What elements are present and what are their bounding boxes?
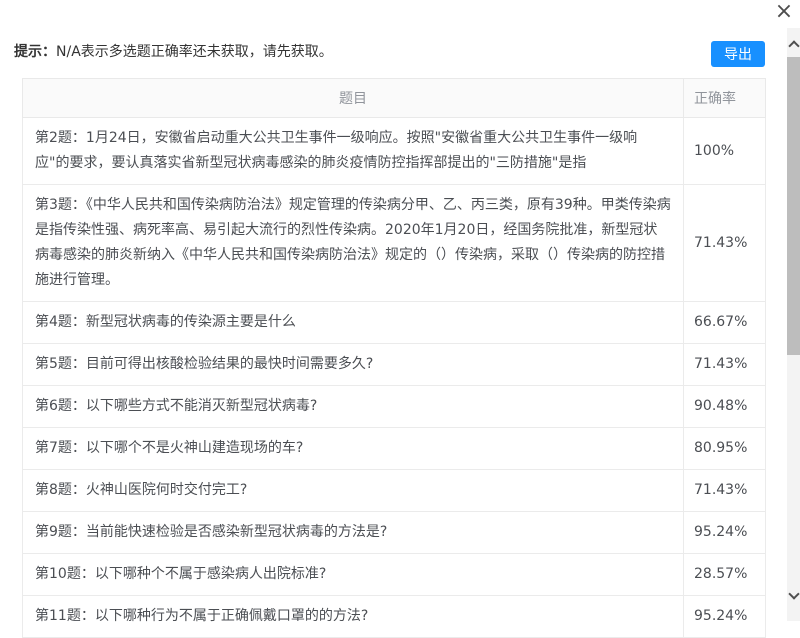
scroll-down-button[interactable]: [787, 587, 800, 603]
table-row: 第6题：以下哪些方式不能消灭新型冠状病毒?90.48%: [23, 386, 766, 428]
question-cell: 第3题：《中华人民共和国传染病防治法》规定管理的传染病分甲、乙、丙三类，原有39…: [23, 185, 684, 302]
table-row: 第2题：1月24日，安徽省启动重大公共卫生事件一级响应。按照"安徽省重大公共卫生…: [23, 118, 766, 185]
hint-text: N/A表示多选题正确率还未获取，请先获取。: [56, 44, 333, 60]
vertical-scrollbar[interactable]: [787, 28, 800, 621]
question-table-body: 第2题：1月24日，安徽省启动重大公共卫生事件一级响应。按照"安徽省重大公共卫生…: [23, 118, 766, 638]
dialog-panel: { "dialog": { "hint": { "label": "提示：", …: [0, 0, 800, 621]
hint-message: 提示：N/A表示多选题正确率还未获取，请先获取。: [14, 40, 333, 65]
rate-cell: 66.67%: [684, 302, 766, 344]
question-cell: 第9题：当前能快速检验是否感染新型冠状病毒的方法是?: [23, 512, 684, 554]
question-cell: 第4题：新型冠状病毒的传染源主要是什么: [23, 302, 684, 344]
rate-cell: 71.43%: [684, 185, 766, 302]
table-row: 第5题：目前可得出核酸检验结果的最快时间需要多久?71.43%: [23, 344, 766, 386]
rate-cell: 90.48%: [684, 386, 766, 428]
question-table: 题目 正确率 第2题：1月24日，安徽省启动重大公共卫生事件一级响应。按照"安徽…: [22, 78, 765, 638]
question-cell: 第11题：以下哪种行为不属于正确佩戴口罩的的方法?: [23, 596, 684, 638]
close-button[interactable]: ×: [773, 0, 795, 24]
chevron-up-icon: [788, 40, 799, 51]
rate-column-header: 正确率: [684, 79, 766, 118]
table-row: 第9题：当前能快速检验是否感染新型冠状病毒的方法是?95.24%: [23, 512, 766, 554]
close-icon: ×: [775, 0, 793, 24]
table-row: 第3题：《中华人民共和国传染病防治法》规定管理的传染病分甲、乙、丙三类，原有39…: [23, 185, 766, 302]
table-row: 第7题：以下哪个不是火神山建造现场的车?80.95%: [23, 428, 766, 470]
rate-cell: 95.24%: [684, 512, 766, 554]
table-row: 第10题：以下哪种个不属于感染病人出院标准?28.57%: [23, 554, 766, 596]
table-row: 第8题：火神山医院何时交付完工?71.43%: [23, 470, 766, 512]
rate-cell: 71.43%: [684, 470, 766, 512]
scroll-up-button[interactable]: [787, 36, 800, 52]
scrollbar-thumb[interactable]: [787, 57, 800, 355]
question-column-header: 题目: [23, 79, 684, 118]
rate-cell: 95.24%: [684, 596, 766, 638]
table-row: 第11题：以下哪种行为不属于正确佩戴口罩的的方法?95.24%: [23, 596, 766, 638]
table-row: 第4题：新型冠状病毒的传染源主要是什么66.67%: [23, 302, 766, 344]
rate-cell: 80.95%: [684, 428, 766, 470]
table-header: 题目 正确率: [23, 79, 766, 118]
rate-cell: 28.57%: [684, 554, 766, 596]
question-cell: 第5题：目前可得出核酸检验结果的最快时间需要多久?: [23, 344, 684, 386]
rate-cell: 100%: [684, 118, 766, 185]
question-cell: 第8题：火神山医院何时交付完工?: [23, 470, 684, 512]
export-button[interactable]: 导出: [711, 41, 765, 67]
question-cell: 第6题：以下哪些方式不能消灭新型冠状病毒?: [23, 386, 684, 428]
question-cell: 第2题：1月24日，安徽省启动重大公共卫生事件一级响应。按照"安徽省重大公共卫生…: [23, 118, 684, 185]
rate-cell: 71.43%: [684, 344, 766, 386]
question-cell: 第10题：以下哪种个不属于感染病人出院标准?: [23, 554, 684, 596]
hint-label: 提示：: [14, 44, 56, 60]
chevron-down-icon: [788, 588, 799, 599]
question-cell: 第7题：以下哪个不是火神山建造现场的车?: [23, 428, 684, 470]
